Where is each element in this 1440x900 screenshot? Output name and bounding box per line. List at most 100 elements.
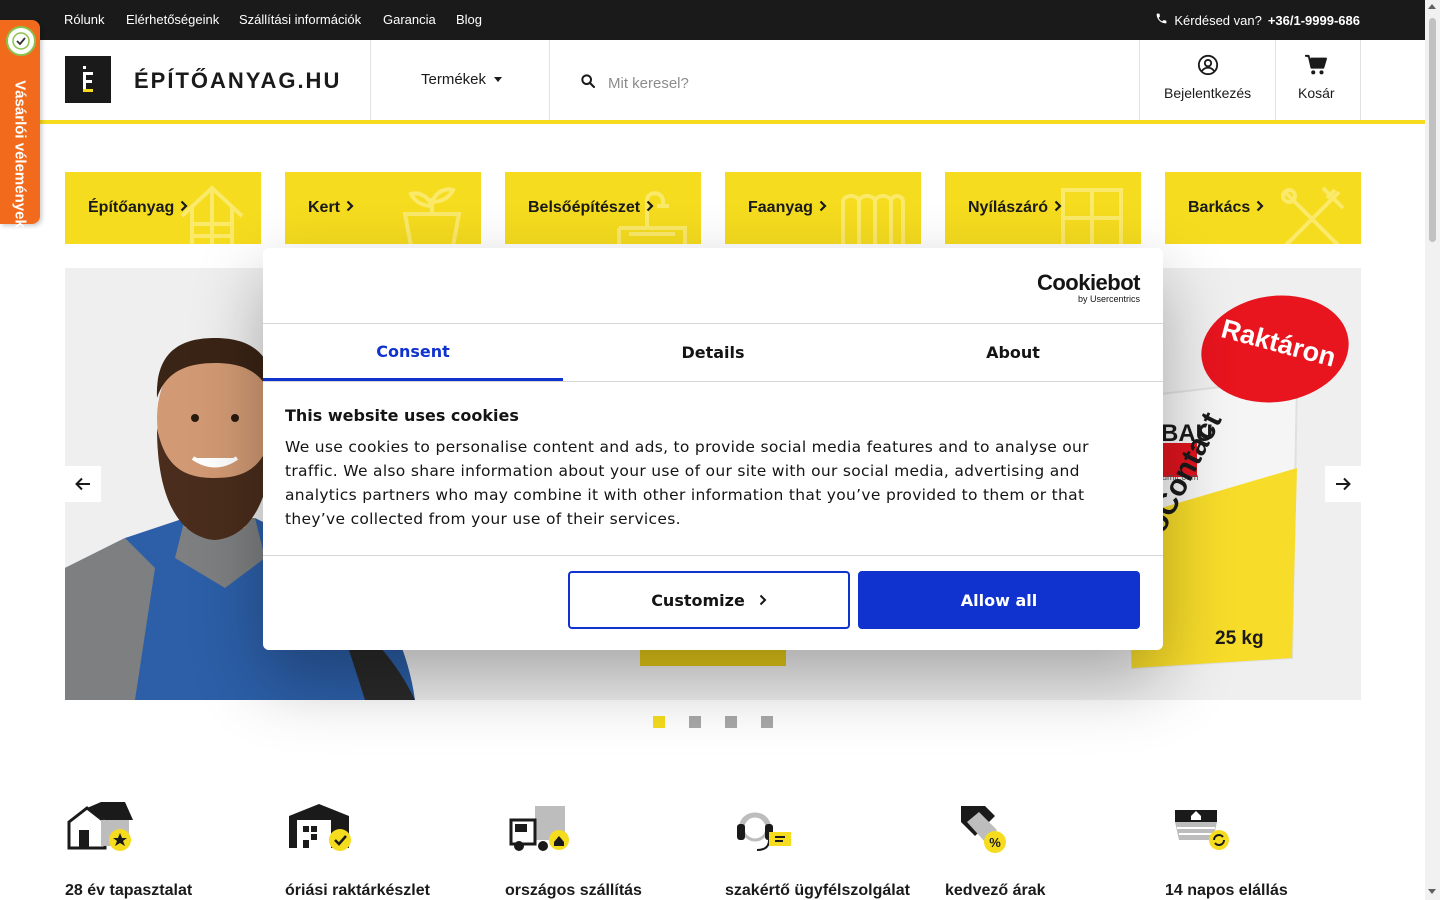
tab-details[interactable]: Details xyxy=(563,324,863,381)
price-tag-icon: % xyxy=(945,800,1015,856)
phone-icon xyxy=(1155,12,1168,28)
product-weight: 25 kg xyxy=(1215,628,1264,649)
cookiebot-logo[interactable]: Cookiebot by Usercentrics xyxy=(1037,270,1141,304)
search-input[interactable] xyxy=(608,74,1088,92)
feature-title: 28 év tapasztalat xyxy=(65,882,193,899)
category-label: Kert xyxy=(308,199,341,216)
topbar-link-rolunk[interactable]: Rólunk xyxy=(64,12,104,27)
chevron-right-icon xyxy=(1054,199,1062,217)
truck-icon xyxy=(505,800,575,856)
svg-text:%: % xyxy=(989,835,1001,850)
login-button[interactable]: Bejelentkezés xyxy=(1164,54,1251,101)
cart-icon xyxy=(1304,54,1328,79)
page-scrollbar[interactable] xyxy=(1425,0,1440,900)
header-divider xyxy=(1360,40,1361,120)
category-label: Építőanyag xyxy=(88,199,175,216)
wood-planks-icon xyxy=(841,194,905,244)
logo-icon xyxy=(83,66,93,92)
arrow-right-icon xyxy=(1336,477,1351,491)
logo-text[interactable]: ÉPÍTŐANYAG.HU xyxy=(134,68,341,94)
products-menu[interactable]: Termékek xyxy=(421,71,503,88)
arrow-left-icon xyxy=(75,477,90,491)
scroll-thumb[interactable] xyxy=(1429,18,1436,242)
feature-support: szakértő ügyfélszolgálat xyxy=(725,800,925,899)
cart-label: Kosár xyxy=(1298,85,1335,101)
feature-experience: 28 év tapasztalat xyxy=(65,800,265,899)
customer-reviews-tab[interactable]: Vásárlói vélemények xyxy=(0,20,40,228)
chevron-right-icon xyxy=(819,199,827,217)
category-kert[interactable]: Kert xyxy=(285,172,481,244)
tab-consent[interactable]: Consent xyxy=(263,324,563,381)
category-label: Belsőépítészet xyxy=(528,199,641,216)
tools-icon xyxy=(1281,186,1345,244)
chevron-right-icon xyxy=(759,591,767,610)
window-icon xyxy=(1061,188,1123,244)
warehouse-check-icon xyxy=(285,800,355,856)
category-label: Barkács xyxy=(1188,199,1251,216)
feature-title: 14 napos elállás xyxy=(1165,882,1288,899)
return-box-icon xyxy=(1165,800,1235,856)
category-belsoepiteszet[interactable]: Belsőépítészet xyxy=(505,172,701,244)
search-bar xyxy=(580,70,1120,96)
review-badge-icon xyxy=(6,26,36,56)
category-label: Faanyag xyxy=(748,199,813,216)
customize-label: Customize xyxy=(651,590,745,610)
search-icon xyxy=(580,73,596,94)
chevron-right-icon xyxy=(346,199,354,217)
allow-all-label: Allow all xyxy=(960,590,1038,610)
dialog-divider xyxy=(263,555,1163,556)
scroll-up-icon[interactable] xyxy=(1428,4,1436,9)
category-nyilaszaro[interactable]: Nyílászáró xyxy=(945,172,1141,244)
products-label: Termékek xyxy=(421,71,487,88)
question-label: Kérdésed van? xyxy=(1174,12,1262,28)
topbar-link-blog[interactable]: Blog xyxy=(456,12,482,27)
chevron-right-icon xyxy=(646,199,654,217)
feature-return: 14 napos elállás xyxy=(1165,800,1365,899)
house-star-icon xyxy=(65,800,135,856)
category-epitoanyag[interactable]: Építőanyag xyxy=(65,172,261,244)
allow-all-button[interactable]: Allow all xyxy=(858,571,1140,629)
feature-stock: óriási raktárkészlet xyxy=(285,800,485,899)
user-circle-icon xyxy=(1197,54,1219,79)
tab-about[interactable]: About xyxy=(863,324,1163,381)
top-bar: Rólunk Elérhetőségeink Szállítási inform… xyxy=(0,0,1425,40)
customize-button[interactable]: Customize xyxy=(568,571,850,629)
phone-number[interactable]: +36/1-9999-686 xyxy=(1268,13,1360,28)
slider-dot[interactable] xyxy=(725,716,737,728)
login-label: Bejelentkezés xyxy=(1164,85,1252,101)
customer-reviews-label: Vásárlói vélemények xyxy=(11,80,29,228)
logo-mark[interactable] xyxy=(65,56,111,103)
topbar-link-garancia[interactable]: Garancia xyxy=(383,12,436,27)
scroll-down-icon[interactable] xyxy=(1428,889,1436,894)
category-barkacs[interactable]: Barkács xyxy=(1165,172,1361,244)
slider-prev-button[interactable] xyxy=(65,466,101,502)
dialog-divider xyxy=(263,381,1163,382)
headset-icon xyxy=(725,800,795,856)
header-divider xyxy=(1139,40,1140,120)
category-label: Nyílászáró xyxy=(968,199,1049,216)
slider-dot[interactable] xyxy=(761,716,773,728)
feature-title: óriási raktárkészlet xyxy=(285,882,430,899)
caret-down-icon xyxy=(494,77,503,82)
header-divider xyxy=(549,40,550,120)
feature-title: kedvező árak xyxy=(945,882,1046,899)
topbar-link-elerhetosegeink[interactable]: Elérhetőségeink xyxy=(126,12,219,27)
topbar-contact[interactable]: Kérdésed van? +36/1-9999-686 xyxy=(1155,12,1360,28)
header-divider xyxy=(370,40,371,120)
chevron-right-icon xyxy=(1256,199,1264,217)
slider-dots xyxy=(653,716,773,728)
header: ÉPÍTŐANYAG.HU Termékek Bejelentkezés Kos… xyxy=(0,40,1425,124)
cart-button[interactable]: Kosár xyxy=(1298,54,1335,101)
category-faanyag[interactable]: Faanyag xyxy=(725,172,921,244)
cookie-consent-dialog: Cookiebot by Usercentrics Consent Detail… xyxy=(263,248,1163,650)
slider-dot[interactable] xyxy=(689,716,701,728)
feature-title: országos szállítás xyxy=(505,882,642,899)
topbar-link-szallitas[interactable]: Szállítási információk xyxy=(239,12,361,27)
chevron-right-icon xyxy=(180,199,188,217)
slider-dot[interactable] xyxy=(653,716,665,728)
header-divider xyxy=(1275,40,1276,120)
slider-next-button[interactable] xyxy=(1325,466,1361,502)
plant-pot-icon xyxy=(402,187,462,244)
hero-cta-button[interactable] xyxy=(640,650,786,666)
feature-shipping: országos szállítás xyxy=(505,800,705,899)
